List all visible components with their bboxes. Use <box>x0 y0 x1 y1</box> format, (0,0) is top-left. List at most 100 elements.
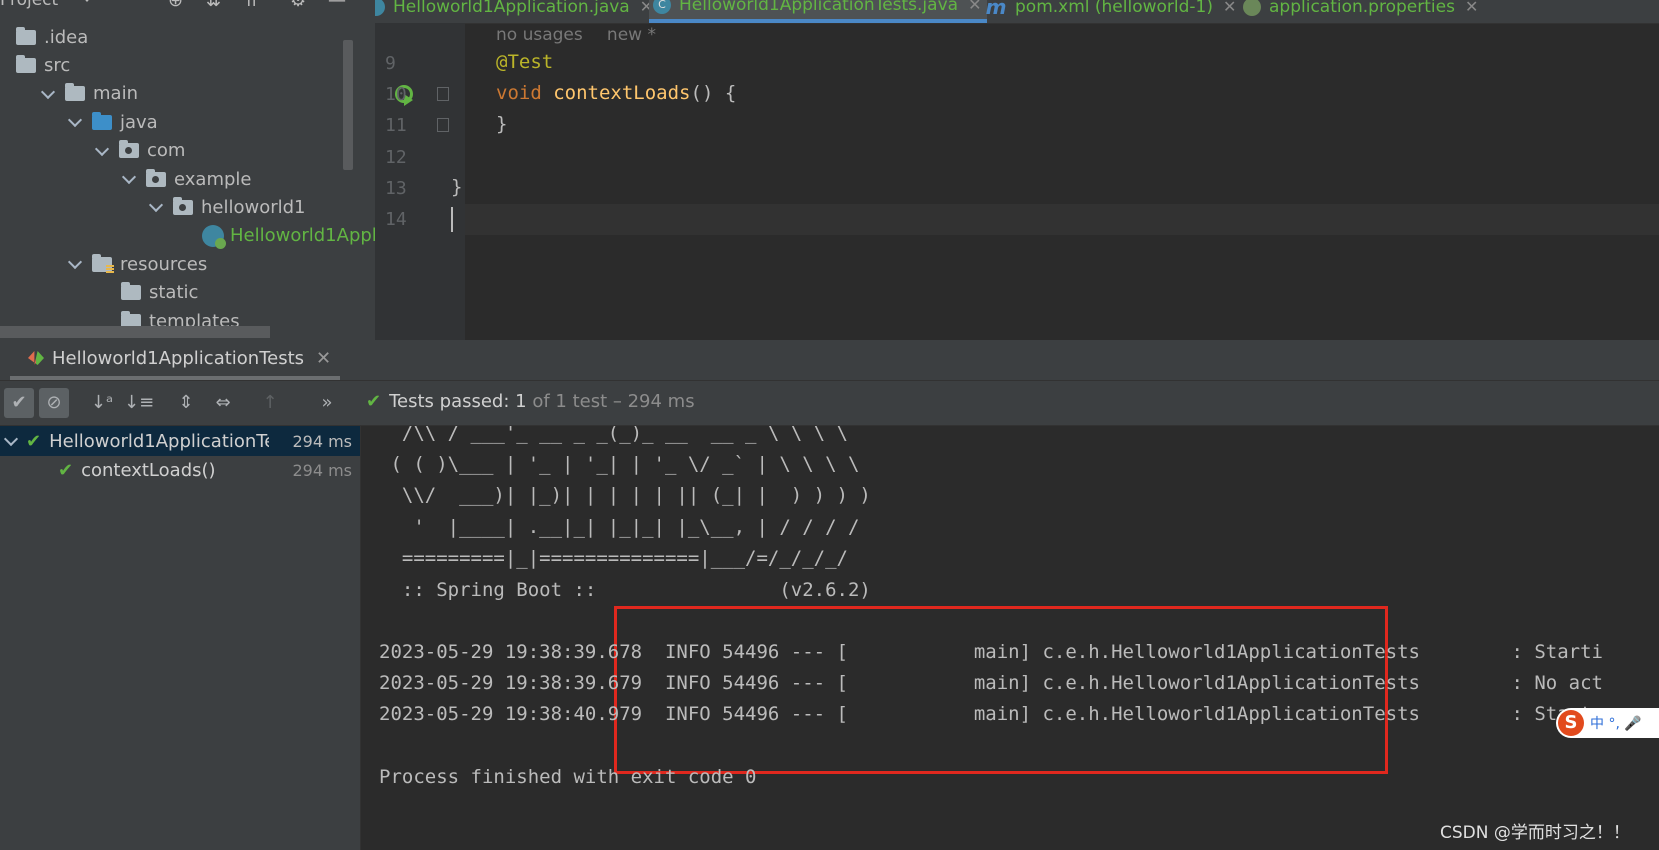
console-output[interactable]: /\\ / ___'_ __ _ _(_)_ __ __ _ \ \ \ \ (… <box>361 426 1659 850</box>
editor-tab[interactable]: m pom.xml (helloworld-1) ✕ <box>981 0 1242 23</box>
fold-marker-icon[interactable] <box>437 87 449 101</box>
tree-item-label: com <box>147 140 186 162</box>
tree-item[interactable]: static <box>121 278 198 308</box>
tree-item[interactable]: main <box>41 79 138 109</box>
tree-item-label: example <box>174 168 252 190</box>
maven-icon: m <box>985 0 1007 19</box>
more-actions-icon[interactable]: » <box>312 388 342 418</box>
editor-tab-label: pom.xml (helloworld-1) <box>1015 0 1214 17</box>
tree-item-label: main <box>93 83 138 105</box>
project-view-title[interactable]: Project <box>0 0 58 10</box>
chevron-down-icon[interactable] <box>80 0 94 2</box>
show-passed-icon[interactable]: ✔ <box>4 388 34 418</box>
close-icon[interactable]: ✕ <box>968 0 981 14</box>
run-tab[interactable]: Helloworld1ApplicationTests ✕ <box>10 340 340 380</box>
console-line: /\\ / ___'_ __ _ _(_)_ __ __ _ \ \ \ \ <box>379 426 848 444</box>
tree-item[interactable]: java <box>68 107 158 137</box>
hide-icon[interactable]: — <box>328 0 346 11</box>
tree-item-label: resources <box>120 253 208 275</box>
editor-tab[interactable]: application.properties ✕ <box>1239 0 1484 23</box>
chevron-down-icon[interactable] <box>68 249 82 279</box>
gear-icon[interactable]: ⚙ <box>290 0 306 11</box>
folder-icon <box>16 26 36 45</box>
editor-tab-label: application.properties <box>1269 0 1455 17</box>
line-number: 14 <box>385 209 407 230</box>
test-results-tree: ✔ Helloworld1ApplicationTest 294 ms ✔ contex… <box>0 426 361 850</box>
sort-alphabetically-icon[interactable]: ↓ᵃ <box>87 388 117 418</box>
editor-tab-bar: Helloworld1Application.java ✕ C Helloworld1… <box>375 0 1659 24</box>
tree-item-label: static <box>149 282 199 304</box>
chevron-down-icon[interactable] <box>95 136 109 166</box>
tree-item[interactable]: .idea <box>16 22 88 52</box>
tree-item[interactable]: com <box>95 136 185 166</box>
chevron-down-icon[interactable] <box>68 107 82 137</box>
folder-icon <box>65 83 85 102</box>
run-tab-label: Helloworld1ApplicationTests <box>52 347 305 369</box>
status-count: 1 <box>515 391 527 412</box>
console-line: 2023-05-29 19:38:39.679 INFO 54496 --- [… <box>379 672 1603 694</box>
horizontal-scrollbar[interactable] <box>0 326 270 338</box>
previous-failed-icon[interactable]: ↑ <box>255 388 285 418</box>
console-line: \\/ ___)| |_)| | | | | || (_| | ) ) ) ) <box>379 484 871 506</box>
tree-item[interactable]: resources <box>68 249 207 279</box>
current-line-highlight <box>465 204 1659 235</box>
editor-tab-label: Helloworld1ApplicationTests.java <box>679 0 959 15</box>
package-icon <box>146 168 166 187</box>
tree-item[interactable]: example <box>122 164 251 194</box>
collapse-all-icon[interactable]: ⇔ <box>208 388 238 418</box>
test-run-icon <box>28 351 44 365</box>
tree-item[interactable]: src <box>16 50 70 80</box>
code-line: } <box>451 175 463 198</box>
check-icon: ✔ <box>26 430 42 452</box>
close-icon[interactable]: ✕ <box>316 348 331 369</box>
inlay-hint[interactable]: no usages new * <box>496 23 656 45</box>
tree-item-label: Helloworld1Applica <box>230 225 375 247</box>
code-line: } <box>496 113 508 136</box>
editor-tab[interactable]: Helloworld1Application.java ✕ <box>375 0 659 23</box>
sogou-logo-icon: S <box>1558 710 1584 736</box>
collapse-all-icon[interactable]: ⇈ <box>244 0 259 11</box>
test-duration: 294 ms <box>292 460 352 480</box>
test-node[interactable]: ✔ contextLoads() 294 ms <box>0 455 360 485</box>
expand-all-icon[interactable]: ⇕ <box>171 388 201 418</box>
class-icon: C <box>653 0 671 14</box>
text-caret <box>451 207 453 232</box>
run-toolbar: ✔ ⊘ ↓ᵃ ↓≡ ⇕ ⇔ ↑ » ✔ Tests passed: 1 of 1… <box>0 381 1659 426</box>
tree-item-label: java <box>120 111 158 133</box>
code-line: void contextLoads() { <box>496 82 736 104</box>
editor-tab[interactable]: C Helloworld1ApplicationTests.java ✕ <box>649 0 988 23</box>
usages-hint[interactable]: no usages <box>496 25 583 45</box>
show-ignored-icon[interactable]: ⊘ <box>39 388 69 418</box>
locate-icon[interactable]: ⊕ <box>168 0 183 11</box>
chevron-down-icon[interactable] <box>41 79 55 109</box>
chevron-down-icon[interactable] <box>149 192 163 222</box>
ime-toolbar[interactable]: S 中 °, 🎤 <box>1556 708 1659 738</box>
author-hint[interactable]: new * <box>607 25 656 45</box>
line-number: 11 <box>385 115 407 137</box>
ime-status: 中 °, 🎤 <box>1590 716 1642 732</box>
line-number: 12 <box>385 146 407 168</box>
run-tab-bar: Helloworld1ApplicationTests ✕ <box>0 340 1659 381</box>
expand-all-icon[interactable]: ⇊ <box>206 0 221 11</box>
properties-icon <box>1243 0 1261 16</box>
annotation-token: @Test <box>496 51 554 73</box>
method-name-token: contextLoads <box>553 82 691 105</box>
tree-item[interactable]: Helloworld1Applica <box>202 221 375 251</box>
test-node[interactable]: ✔ Helloworld1ApplicationTest 294 ms <box>0 426 360 456</box>
chevron-down-icon[interactable] <box>4 426 18 456</box>
close-icon[interactable]: ✕ <box>1223 0 1236 16</box>
package-icon <box>173 196 193 215</box>
console-line: ' |____| .__|_| |_|_| |_\__, | / / / / <box>379 516 860 538</box>
test-name: contextLoads() <box>81 459 216 481</box>
sort-by-duration-icon[interactable]: ↓≡ <box>124 388 154 418</box>
chevron-down-icon[interactable] <box>122 164 136 194</box>
fold-marker-icon[interactable] <box>437 118 449 132</box>
check-icon: ✔ <box>366 391 382 412</box>
folder-icon <box>16 54 36 73</box>
close-icon[interactable]: ✕ <box>1465 0 1478 16</box>
tree-item[interactable]: helloworld1 <box>149 192 306 222</box>
code-area[interactable]: no usages new * @Test void contextLoads() … <box>451 23 1659 340</box>
vertical-scrollbar[interactable] <box>343 40 353 170</box>
spring-class-icon <box>375 0 385 16</box>
console-line: ( ( )\___ | '_ | '_| | '_ \/ _` | \ \ \ … <box>379 453 860 475</box>
